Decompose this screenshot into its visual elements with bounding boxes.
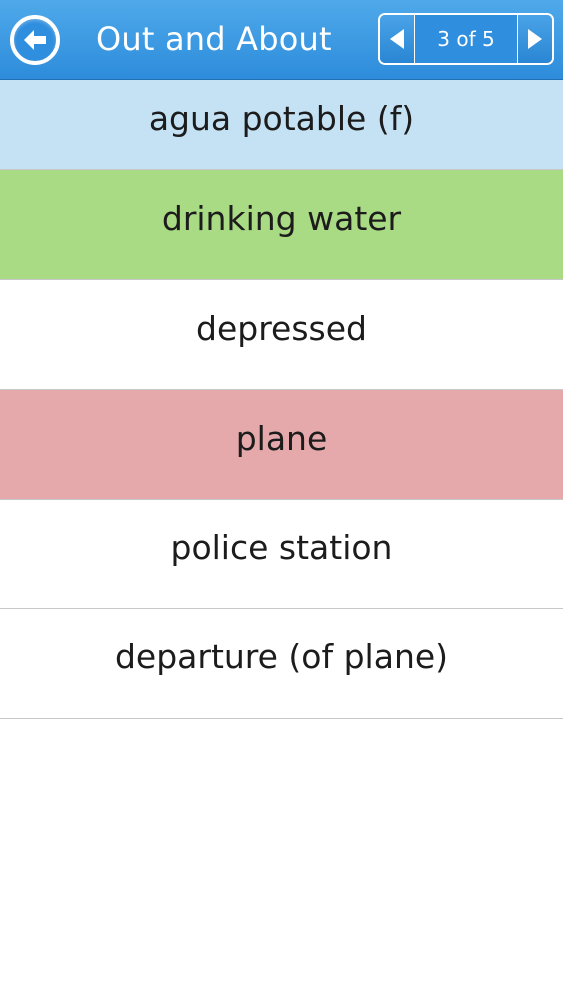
answer-option[interactable]: police station [0, 500, 563, 609]
back-button[interactable] [10, 15, 60, 65]
answer-label: departure (of plane) [114, 637, 449, 676]
previous-button[interactable] [380, 15, 415, 63]
answer-option-incorrect[interactable]: plane [0, 390, 563, 500]
answer-label: depressed [196, 309, 367, 348]
nav-bar: Out and About 3 of 5 [0, 0, 563, 80]
answer-option[interactable]: depressed [0, 280, 563, 390]
answer-option-correct[interactable]: drinking water [0, 170, 563, 280]
page-indicator: 3 of 5 [437, 27, 495, 51]
question-row: agua potable (f) [0, 80, 563, 170]
answer-label: police station [170, 528, 393, 567]
next-button[interactable] [517, 15, 552, 63]
question-text: agua potable (f) [148, 99, 415, 138]
pager: 3 of 5 [378, 13, 554, 65]
page-title: Out and About [96, 20, 332, 58]
screen: Out and About 3 of 5 agua potable (f) dr… [0, 0, 563, 1000]
answer-label: drinking water [161, 199, 402, 238]
answer-label: plane [235, 419, 328, 458]
answer-option[interactable]: departure (of plane) [0, 609, 563, 719]
